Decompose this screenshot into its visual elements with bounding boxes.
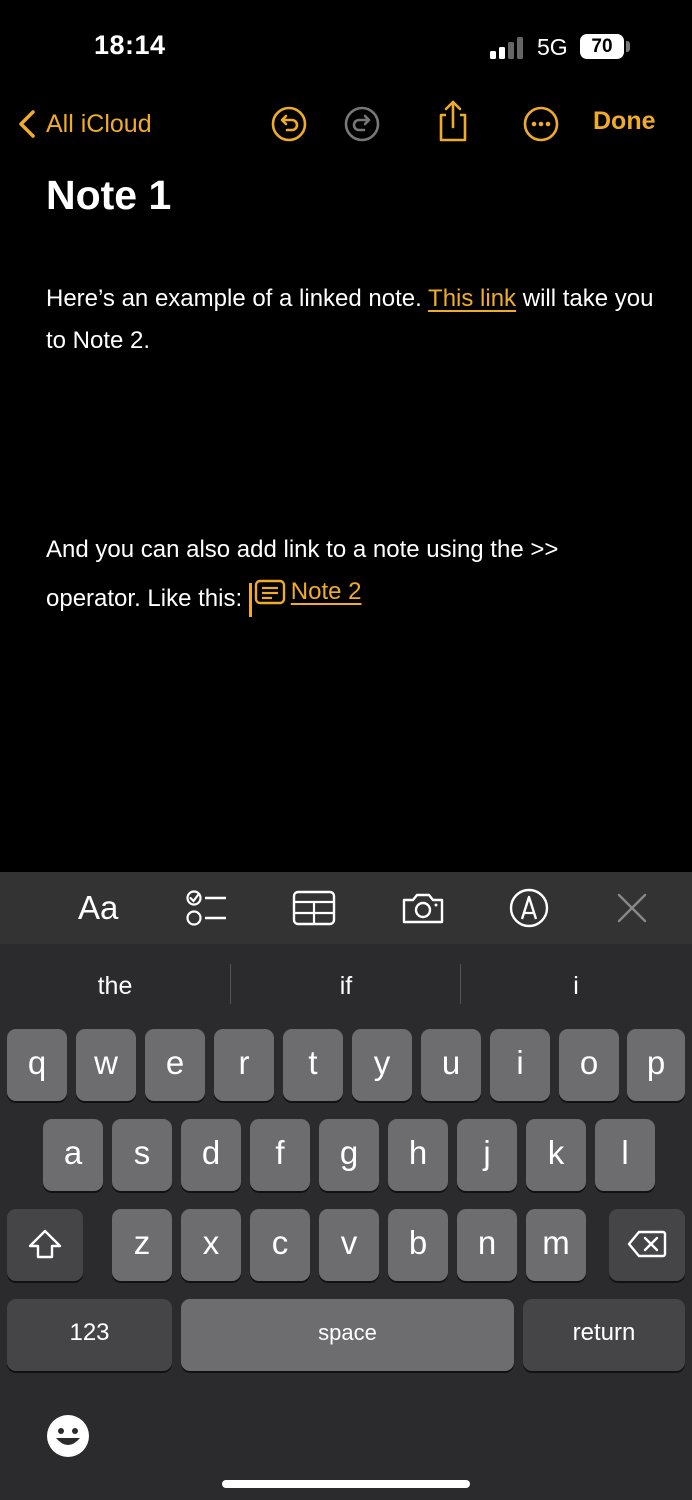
key-y[interactable]: y <box>352 1029 412 1101</box>
status-time: 18:14 <box>94 30 166 60</box>
network-type: 5G <box>537 34 568 60</box>
note-title[interactable]: Note 1 <box>46 172 171 219</box>
key-o[interactable]: o <box>559 1029 619 1101</box>
shift-arrow-icon <box>28 1229 62 1258</box>
home-indicator[interactable] <box>222 1480 470 1488</box>
key-w[interactable]: w <box>76 1029 136 1101</box>
suggestion-1[interactable]: the <box>0 964 230 1008</box>
space-key[interactable]: space <box>181 1299 514 1371</box>
text-cursor <box>248 582 252 617</box>
key-n[interactable]: n <box>457 1209 517 1281</box>
redo-icon[interactable] <box>342 104 382 144</box>
key-v[interactable]: v <box>319 1209 379 1281</box>
key-a[interactable]: a <box>43 1119 103 1191</box>
key-t[interactable]: t <box>283 1029 343 1101</box>
key-e[interactable]: e <box>145 1029 205 1101</box>
status-bar: 18:14 5G 70 <box>0 0 692 90</box>
key-j[interactable]: j <box>457 1119 517 1191</box>
table-icon[interactable] <box>292 886 336 930</box>
key-g[interactable]: g <box>319 1119 379 1191</box>
undo-icon[interactable] <box>269 104 309 144</box>
text-format-button[interactable]: Aa <box>78 886 118 930</box>
battery-icon: 70 <box>580 34 624 59</box>
key-s[interactable]: s <box>112 1119 172 1191</box>
suggestion-2[interactable]: if <box>231 964 461 1008</box>
share-icon[interactable] <box>433 98 473 144</box>
key-c[interactable]: c <box>250 1209 310 1281</box>
key-z[interactable]: z <box>112 1209 172 1281</box>
markup-pen-icon[interactable] <box>507 886 551 930</box>
key-f[interactable]: f <box>250 1119 310 1191</box>
key-q[interactable]: q <box>7 1029 67 1101</box>
note-paragraph-1[interactable]: Here’s an example of a linked note. This… <box>46 278 656 362</box>
linked-note-label: Note 2 <box>290 578 362 605</box>
keyboard: the if i q w e r t y u i o p a s d f g h… <box>0 944 692 1500</box>
key-r[interactable]: r <box>214 1029 274 1101</box>
back-label: All iCloud <box>46 109 152 138</box>
note-paragraph-2[interactable]: And you can also add link to a note usin… <box>46 529 656 620</box>
close-icon[interactable] <box>610 886 654 930</box>
key-l[interactable]: l <box>595 1119 655 1191</box>
back-button[interactable]: All iCloud <box>18 104 152 144</box>
emoji-icon[interactable] <box>46 1414 90 1458</box>
nav-bar: All iCloud Done <box>0 92 692 154</box>
cellular-signal-icon <box>490 37 523 59</box>
done-button[interactable]: Done <box>593 107 656 136</box>
note-icon <box>254 579 285 605</box>
key-d[interactable]: d <box>181 1119 241 1191</box>
checklist-icon[interactable] <box>185 886 229 930</box>
key-m[interactable]: m <box>526 1209 586 1281</box>
suggestion-3[interactable]: i <box>461 964 691 1008</box>
delete-key[interactable] <box>609 1209 685 1281</box>
camera-icon[interactable] <box>400 886 446 930</box>
key-i[interactable]: i <box>490 1029 550 1101</box>
linked-note-chip[interactable]: Note 2 <box>253 571 362 613</box>
key-u[interactable]: u <box>421 1029 481 1101</box>
key-h[interactable]: h <box>388 1119 448 1191</box>
key-x[interactable]: x <box>181 1209 241 1281</box>
note-link[interactable]: This link <box>428 285 516 312</box>
key-k[interactable]: k <box>526 1119 586 1191</box>
backspace-icon <box>627 1230 667 1257</box>
numbers-key[interactable]: 123 <box>7 1299 172 1371</box>
shift-key[interactable] <box>7 1209 83 1281</box>
key-b[interactable]: b <box>388 1209 448 1281</box>
key-p[interactable]: p <box>627 1029 685 1101</box>
battery-cap <box>626 41 630 52</box>
more-options-icon[interactable] <box>521 104 561 144</box>
paragraph-text: Here’s an example of a linked note. <box>46 285 429 312</box>
return-key[interactable]: return <box>523 1299 685 1371</box>
formatting-toolbar: Aa <box>0 872 692 944</box>
chevron-left-icon <box>19 110 35 138</box>
